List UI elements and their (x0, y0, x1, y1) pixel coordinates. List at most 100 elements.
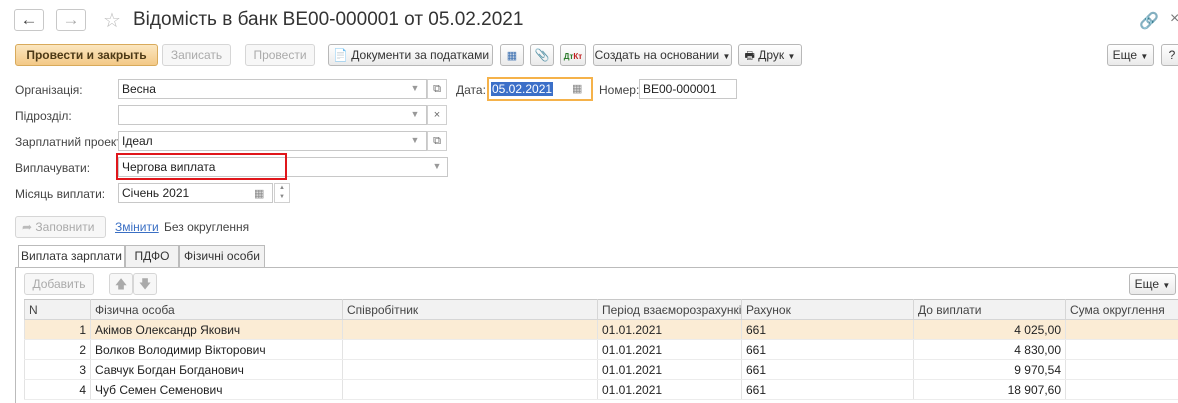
print-button[interactable]: 🖶 Друк ▼ (738, 44, 802, 66)
payment-month-field[interactable]: Січень 2021 (118, 183, 273, 203)
back-button[interactable]: ← (14, 9, 44, 31)
column-header-person[interactable]: Фізична особа (90, 299, 343, 320)
post-and-close-button[interactable]: Провести и закрыть (15, 44, 158, 66)
table-row[interactable]: 3 Савчук Богдан Богданович 01.01.2021 66… (24, 359, 1178, 380)
payment-month-label: Місяць виплати: (15, 187, 106, 201)
salary-project-open-icon[interactable]: ⧉ (427, 131, 447, 151)
structure-button[interactable]: ▦ (500, 44, 524, 66)
date-label: Дата: (456, 83, 486, 97)
cell-n: 1 (24, 319, 91, 340)
organization-open-icon[interactable]: ⧉ (427, 79, 447, 99)
pay-type-label: Виплачувати: (15, 161, 91, 175)
printer-icon: 🖶 (744, 50, 755, 62)
favorite-star-icon[interactable]: ☆ (103, 8, 121, 33)
dropdown-arrow-icon: ▼ (1162, 281, 1171, 290)
date-value: 05.02.2021 (491, 82, 554, 96)
more-label: Еще (1112, 48, 1138, 62)
column-header-to-pay[interactable]: До виплати (913, 299, 1066, 320)
column-header-n[interactable]: N (24, 299, 91, 320)
table-row[interactable]: 4 Чуб Семен Семенович 01.01.2021 661 18 … (24, 379, 1178, 400)
number-label: Номер: (599, 83, 640, 97)
number-field[interactable]: ВЕ00-000001 (639, 79, 737, 99)
payments-table: N Фізична особа Співробітник Період взає… (24, 299, 1178, 400)
hierarchy-icon: ▦ (506, 50, 518, 62)
close-icon[interactable]: × (1170, 10, 1178, 28)
post-button[interactable]: Провести (245, 44, 315, 66)
save-button[interactable]: Записать (162, 44, 231, 66)
cell-period: 01.01.2021 (597, 319, 742, 340)
move-down-button[interactable]: 🡇 (133, 273, 157, 295)
table-more-label: Еще (1134, 277, 1160, 291)
accounting-entries-button[interactable]: ДтКт (560, 44, 586, 66)
cell-employee (342, 339, 598, 360)
fill-arrow-icon: ➦ (22, 220, 33, 234)
arrow-up-icon: 🡅 (114, 277, 128, 291)
cell-period: 01.01.2021 (597, 379, 742, 400)
documents-icon: 📄 (333, 48, 348, 62)
cell-period: 01.01.2021 (597, 339, 742, 360)
cell-account: 661 (741, 359, 914, 380)
organization-field[interactable]: Весна (118, 79, 427, 99)
department-label: Підрозділ: (15, 109, 72, 123)
salary-project-field[interactable]: Ідеал (118, 131, 427, 151)
print-label: Друк (758, 48, 785, 62)
calendar-icon[interactable]: ▦ (572, 82, 582, 95)
attach-button[interactable]: 📎 (530, 44, 554, 66)
cell-employee (342, 379, 598, 400)
column-header-rounding[interactable]: Сума округлення (1065, 299, 1178, 320)
dt-kt-icon: ДтКт (563, 52, 583, 61)
help-button[interactable]: ? (1161, 44, 1178, 66)
cell-employee (342, 359, 598, 380)
department-dropdown-icon[interactable]: ▼ (406, 105, 424, 125)
cell-person: Волков Володимир Вікторович (90, 339, 343, 360)
tab-individuals[interactable]: Фізичні особи (179, 245, 265, 267)
organization-dropdown-icon[interactable]: ▼ (406, 79, 424, 99)
move-up-button[interactable]: 🡅 (109, 273, 133, 295)
forward-button[interactable]: → (56, 9, 86, 31)
paperclip-icon: 📎 (534, 48, 550, 62)
add-row-button[interactable]: Добавить (24, 273, 94, 295)
cell-person: Савчук Богдан Богданович (90, 359, 343, 380)
cell-to-pay: 9 970,54 (913, 359, 1066, 380)
table-more-button[interactable]: Еще ▼ (1129, 273, 1176, 295)
cell-to-pay: 4 025,00 (913, 319, 1066, 340)
department-field[interactable] (118, 105, 427, 125)
cell-to-pay: 4 830,00 (913, 339, 1066, 360)
cell-rounding (1065, 339, 1178, 360)
link-icon[interactable]: 🔗 (1139, 11, 1159, 31)
tax-documents-button[interactable]: 📄 Документи за податками (328, 44, 493, 66)
dropdown-arrow-icon: ▼ (1140, 52, 1149, 61)
table-row[interactable]: 1 Акімов Олександр Якович 01.01.2021 661… (24, 319, 1178, 340)
pay-type-highlight-box (116, 153, 287, 180)
table-row[interactable]: 2 Волков Володимир Вікторович 01.01.2021… (24, 339, 1178, 360)
fill-label: Заповнити (35, 220, 95, 234)
month-calendar-icon[interactable]: ▦ (254, 187, 264, 200)
department-clear-icon[interactable]: × (427, 105, 447, 125)
column-header-account[interactable]: Рахунок (741, 299, 914, 320)
cell-account: 661 (741, 339, 914, 360)
cell-account: 661 (741, 379, 914, 400)
tax-documents-label: Документи за податками (351, 48, 490, 62)
dropdown-arrow-icon: ▼ (787, 52, 796, 61)
cell-account: 661 (741, 319, 914, 340)
cell-rounding (1065, 359, 1178, 380)
fill-button[interactable]: ➦ Заповнити (15, 216, 106, 238)
create-based-on-button[interactable]: Создать на основании ▼ (593, 44, 732, 66)
pay-type-dropdown-icon[interactable]: ▼ (428, 157, 446, 177)
cell-person: Чуб Семен Семенович (90, 379, 343, 400)
rounding-text: Без округлення (164, 220, 250, 234)
change-link[interactable]: Змінити (115, 220, 159, 234)
cell-period: 01.01.2021 (597, 359, 742, 380)
tab-pdfo[interactable]: ПДФО (125, 245, 179, 267)
column-header-employee[interactable]: Співробітник (342, 299, 598, 320)
salary-project-dropdown-icon[interactable]: ▼ (406, 131, 424, 151)
create-based-on-label: Создать на основании (594, 48, 720, 62)
cell-rounding (1065, 319, 1178, 340)
cell-n: 3 (24, 359, 91, 380)
salary-project-label: Зарплатний проект: (15, 135, 126, 149)
tab-salary-payment[interactable]: Виплата зарплати (18, 245, 125, 268)
column-header-period[interactable]: Період взаєморозрахунків (597, 299, 742, 320)
month-spinner-icon[interactable]: ▲ ▼ (274, 183, 290, 203)
more-button[interactable]: Еще ▼ (1107, 44, 1154, 66)
organization-label: Організація: (15, 83, 83, 97)
